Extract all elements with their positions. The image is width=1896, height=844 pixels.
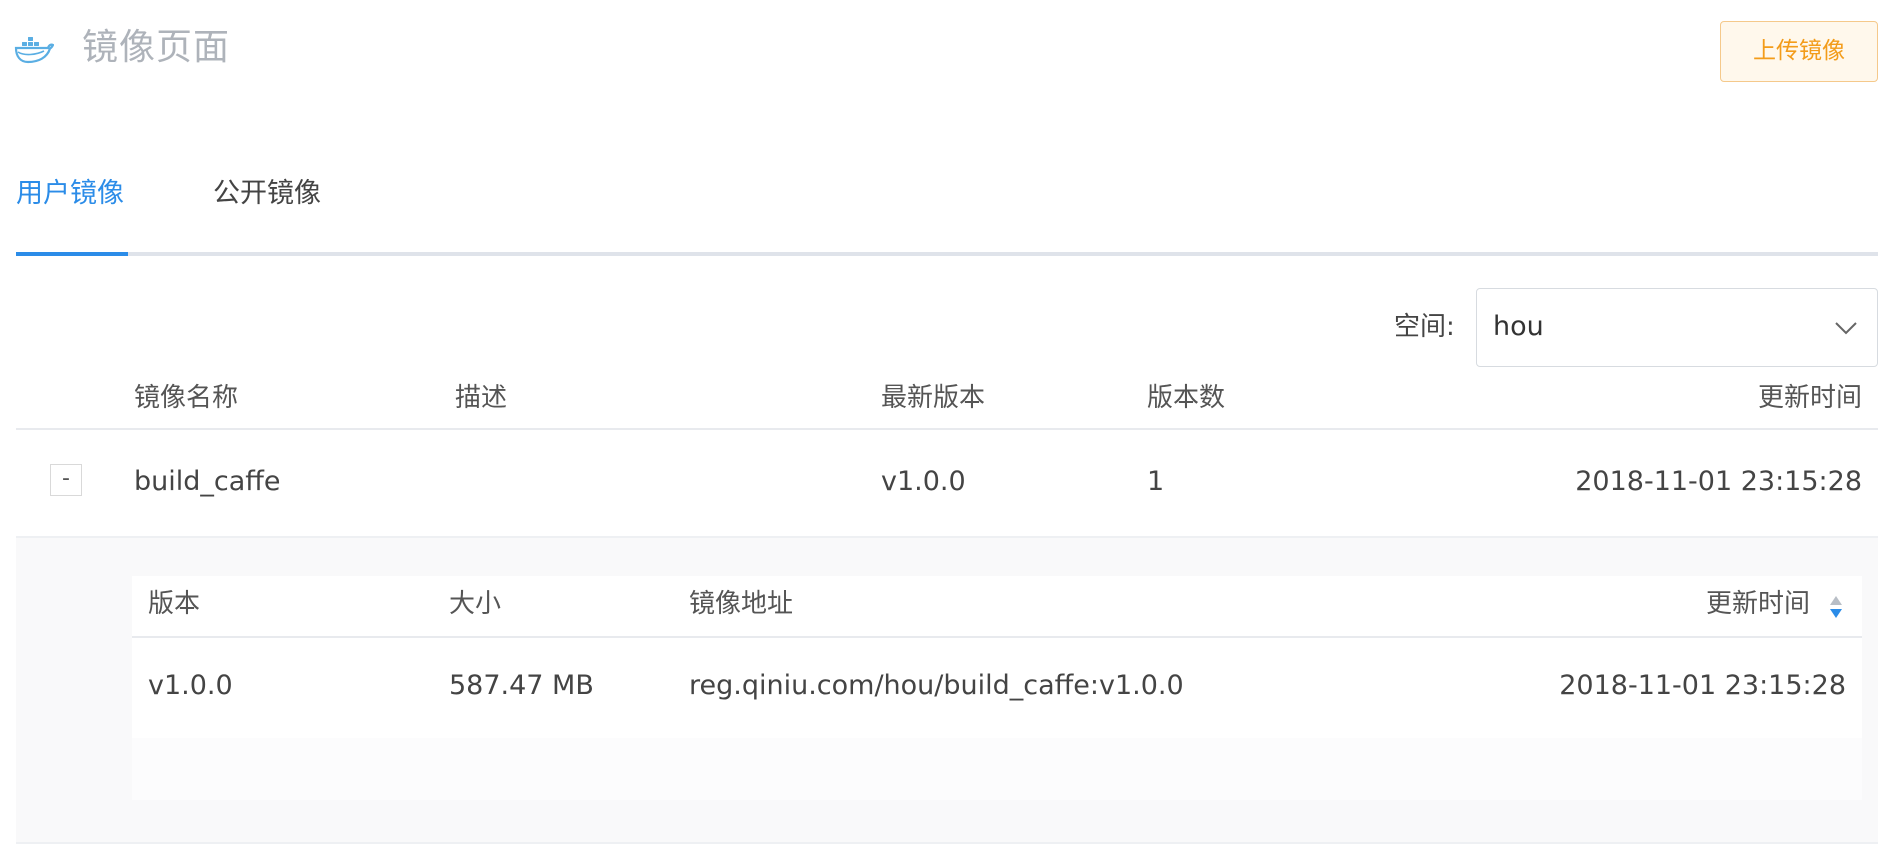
column-header-updated-at: 更新时间 — [1757, 383, 1862, 413]
column-header-version: 版本 — [148, 589, 201, 619]
column-header-latest-version: 最新版本 — [881, 383, 986, 413]
upload-image-button[interactable]: 上传镜像 — [1720, 21, 1878, 82]
version-size: 587.47 MB — [449, 670, 594, 701]
column-header-description: 描述 — [455, 383, 508, 413]
expanded-row-panel: 版本 大小 镜像地址 更新时间 v1.0.0 587.47 MB reg.qin… — [16, 538, 1878, 844]
space-select[interactable]: hou — [1476, 288, 1878, 367]
image-version-count: 1 — [1147, 466, 1165, 497]
versions-table: 版本 大小 镜像地址 更新时间 v1.0.0 587.47 MB reg.qin… — [132, 576, 1862, 800]
sort-caret-icon[interactable] — [1828, 594, 1844, 620]
page-title: 镜像页面 — [82, 27, 231, 68]
image-latest-version: v1.0.0 — [881, 466, 966, 497]
column-header-size: 大小 — [449, 589, 502, 619]
version-address[interactable]: reg.qiniu.com/hou/build_caffe:v1.0.0 — [689, 668, 1184, 704]
space-select-value: hou — [1493, 311, 1544, 342]
table-row[interactable]: - build_caffe v1.0.0 1 2018-11-01 23:15:… — [16, 430, 1878, 538]
versions-table-footer — [132, 738, 1862, 800]
images-table-header: 镜像名称 描述 最新版本 版本数 更新时间 — [16, 372, 1878, 430]
image-updated-at: 2018-11-01 23:15:28 — [1575, 466, 1862, 497]
version-value: v1.0.0 — [148, 670, 233, 701]
column-header-version-updated-at[interactable]: 更新时间 — [1706, 586, 1810, 622]
tab-user-images[interactable]: 用户镜像 — [16, 176, 124, 212]
images-table: 镜像名称 描述 最新版本 版本数 更新时间 - build_caffe v1.0… — [16, 372, 1878, 844]
column-header-name: 镜像名称 — [134, 383, 239, 413]
tab-public-images[interactable]: 公开镜像 — [213, 176, 321, 212]
version-updated-at: 2018-11-01 23:15:28 — [1559, 670, 1846, 701]
image-tabs: 用户镜像 公开镜像 — [16, 168, 1878, 256]
page-header: 镜像页面 上传镜像 — [0, 0, 1896, 100]
version-table-row[interactable]: v1.0.0 587.47 MB reg.qiniu.com/hou/build… — [132, 638, 1862, 738]
space-label: 空间: — [1394, 312, 1455, 342]
active-tab-indicator — [16, 252, 128, 256]
image-name: build_caffe — [134, 466, 281, 497]
chevron-down-icon — [1835, 322, 1857, 335]
column-header-address: 镜像地址 — [689, 589, 794, 619]
column-header-version-count: 版本数 — [1147, 383, 1226, 413]
docker-whale-icon — [14, 37, 54, 64]
collapse-row-button[interactable]: - — [50, 464, 82, 496]
versions-table-header: 版本 大小 镜像地址 更新时间 — [132, 576, 1862, 638]
